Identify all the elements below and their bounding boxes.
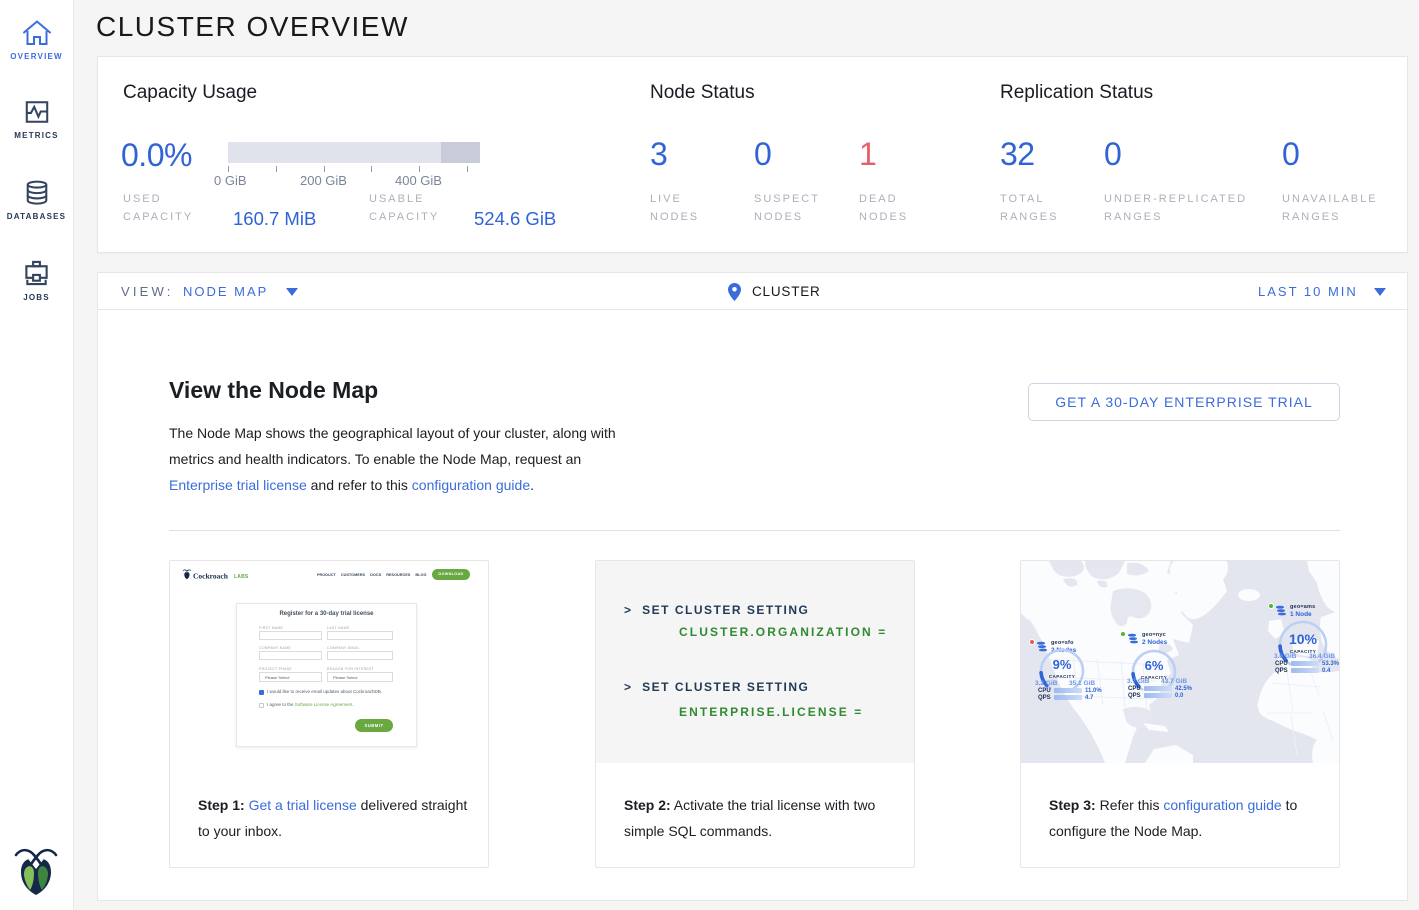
svg-text:CAPACITY: CAPACITY	[1049, 674, 1075, 679]
svg-text:Cockroach: Cockroach	[193, 572, 229, 581]
svg-text:10%: 10%	[1289, 631, 1318, 647]
svg-text:6%: 6%	[1145, 658, 1164, 673]
svg-text:LABS: LABS	[234, 574, 249, 580]
svg-text:9%: 9%	[1053, 657, 1072, 672]
